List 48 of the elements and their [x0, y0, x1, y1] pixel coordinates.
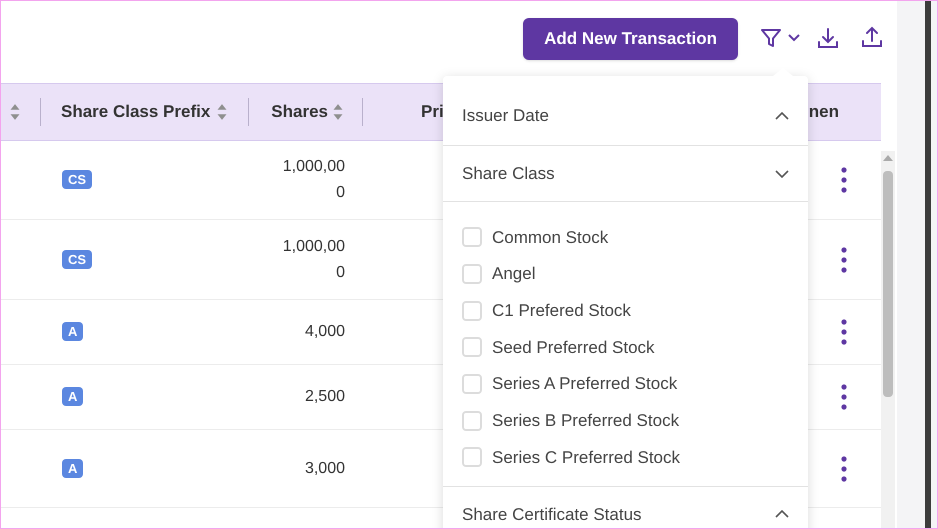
- checkbox-label[interactable]: Seed Preferred Stock: [492, 334, 655, 360]
- more-options-icon[interactable]: [841, 384, 847, 410]
- column-header[interactable]: Shares: [271, 99, 328, 125]
- column-header[interactable]: nen: [808, 99, 839, 125]
- add-transaction-button[interactable]: Add New Transaction: [523, 18, 738, 60]
- share-class-badge: CS: [62, 170, 92, 189]
- more-options-icon[interactable]: [841, 246, 847, 272]
- checkbox[interactable]: [462, 337, 482, 358]
- checkbox[interactable]: [462, 264, 482, 284]
- filter-icon[interactable]: [759, 26, 783, 50]
- checkbox[interactable]: [462, 227, 482, 248]
- share-class-badge: A: [62, 458, 84, 478]
- shares-value: 1,000,000: [282, 236, 345, 282]
- column-header[interactable]: Share Class Prefix: [61, 99, 210, 125]
- checkbox-label[interactable]: Series A Preferred Stock: [492, 371, 678, 397]
- shares-value: 2,500: [304, 387, 345, 407]
- sort-icon[interactable]: [9, 103, 21, 121]
- sort-icon[interactable]: [216, 103, 228, 121]
- more-options-icon[interactable]: [841, 456, 847, 482]
- checkbox[interactable]: [462, 410, 482, 431]
- filter-section-header[interactable]: Share Certificate Status: [443, 486, 808, 528]
- checkbox-label[interactable]: Series B Preferred Stock: [492, 408, 680, 434]
- filter-section-header[interactable]: Share Class: [443, 146, 808, 202]
- more-options-icon[interactable]: [841, 167, 847, 193]
- checkbox[interactable]: [462, 447, 482, 468]
- checkbox-label[interactable]: C1 Prefered Stock: [492, 298, 631, 324]
- chevron-up-icon: [775, 510, 789, 518]
- checkbox-label[interactable]: Common Stock: [492, 224, 608, 250]
- more-options-icon[interactable]: [841, 319, 847, 345]
- upload-icon[interactable]: [860, 24, 884, 50]
- checkbox-label[interactable]: Series C Preferred Stock: [492, 444, 680, 470]
- shares-value: 4,000: [304, 322, 345, 342]
- download-icon[interactable]: [816, 25, 840, 51]
- chevron-down-icon[interactable]: [787, 32, 801, 44]
- filter-section-header[interactable]: Issuer Date: [443, 76, 808, 146]
- checkbox[interactable]: [462, 374, 482, 394]
- checkbox[interactable]: [462, 300, 482, 321]
- sort-icon[interactable]: [332, 103, 344, 121]
- share-class-badge: A: [62, 387, 84, 406]
- chevron-up-icon: [775, 112, 789, 120]
- shares-value: 1,000,000: [282, 157, 345, 203]
- column-header[interactable]: Pri: [421, 99, 444, 125]
- checkbox-label[interactable]: Angel: [492, 261, 536, 287]
- share-class-badge: CS: [62, 250, 92, 268]
- shares-value: 3,000: [304, 458, 345, 478]
- share-class-badge: A: [62, 322, 84, 341]
- chevron-down-icon: [775, 170, 789, 178]
- scroll-up-icon: [883, 155, 893, 161]
